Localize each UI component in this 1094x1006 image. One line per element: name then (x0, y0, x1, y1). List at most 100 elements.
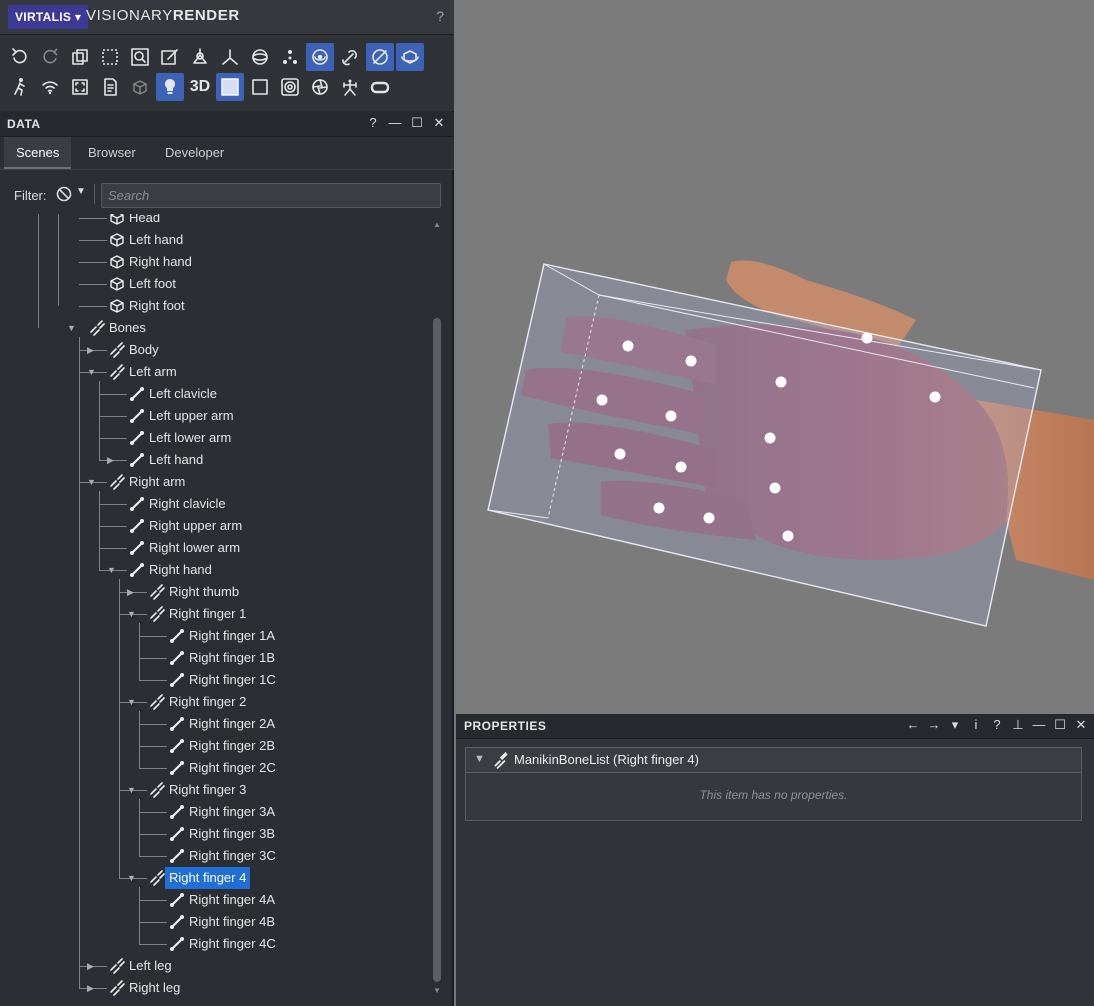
3d-viewport[interactable] (456, 0, 1094, 714)
expanded-arrow-icon[interactable]: ▼ (107, 559, 116, 581)
tree-node[interactable]: ▼ Bones (0, 317, 430, 339)
tree-node[interactable]: Right foot (0, 295, 430, 317)
props-minimize-button[interactable]: — (1032, 717, 1046, 733)
tree-node[interactable]: Right finger 1C (0, 669, 430, 691)
snap-tool-button[interactable] (366, 43, 394, 71)
data-maximize-button[interactable]: ☐ (410, 115, 424, 131)
property-group-header[interactable]: ▼ ManikinBoneList (Right finger 4) (466, 748, 1081, 773)
tree-node[interactable]: Right finger 3B (0, 823, 430, 845)
props-close-button[interactable]: ✕ (1074, 717, 1088, 733)
axes-tool-button[interactable] (216, 43, 244, 71)
tree-tool-button[interactable] (186, 43, 214, 71)
expanded-arrow-icon[interactable]: ▼ (127, 867, 136, 889)
tree-node[interactable]: Right finger 2B (0, 735, 430, 757)
expanded-arrow-icon[interactable]: ▼ (87, 361, 96, 383)
tree-node[interactable]: ▶ Left hand (0, 449, 430, 471)
scroll-down-icon[interactable]: ▼ (433, 986, 441, 995)
tree-node[interactable]: Right finger 2C (0, 757, 430, 779)
tree-node[interactable]: Right lower arm (0, 537, 430, 559)
tree-node[interactable]: Right clavicle (0, 493, 430, 515)
tree-node[interactable]: Right finger 3A (0, 801, 430, 823)
back-button[interactable]: ← (906, 717, 920, 733)
tab-developer[interactable]: Developer (153, 137, 236, 169)
collapse-arrow-icon[interactable]: ▼ (474, 753, 485, 765)
tree-node[interactable]: Right finger 1A (0, 625, 430, 647)
data-minimize-button[interactable]: — (388, 115, 402, 131)
nodes-tool-button[interactable] (276, 43, 304, 71)
tree-node[interactable]: Left hand (0, 229, 430, 251)
tree-node[interactable]: Left upper arm (0, 405, 430, 427)
lens-tool-button[interactable] (276, 73, 304, 101)
tree-node[interactable]: ▶ Right thumb (0, 581, 430, 603)
tree-node[interactable]: ▼ Right finger 2 (0, 691, 430, 713)
filter-off-icon[interactable] (56, 186, 72, 207)
vr-headset-tool-button[interactable] (366, 73, 394, 101)
link-tool-button[interactable] (336, 43, 364, 71)
tree-node[interactable]: ▶ Right leg (0, 977, 430, 999)
info-button[interactable]: i (969, 717, 983, 733)
tree-node[interactable]: Left lower arm (0, 427, 430, 449)
tree-node[interactable]: ▼ Right hand (0, 559, 430, 581)
forward-button[interactable]: → (927, 717, 941, 733)
pin-button[interactable]: ⊥ (1011, 717, 1025, 733)
undo-tool-button[interactable] (6, 43, 34, 71)
history-dropdown-button[interactable]: ▾ (948, 717, 962, 733)
scroll-up-icon[interactable]: ▲ (433, 220, 441, 229)
tab-scenes[interactable]: Scenes (4, 137, 72, 169)
wifi-tool-button[interactable] (36, 73, 64, 101)
tab-browser[interactable]: Browser (76, 137, 148, 169)
shutter-tool-button[interactable] (306, 73, 334, 101)
tree-node[interactable]: ▼ Right finger 4 (0, 867, 430, 889)
tree-node[interactable]: Left foot (0, 273, 430, 295)
search-input[interactable] (101, 183, 441, 208)
collapsed-arrow-icon[interactable]: ▶ (87, 955, 94, 977)
orbit-tool-button[interactable] (306, 43, 334, 71)
sphere-tool-button[interactable] (246, 43, 274, 71)
brand-menu[interactable]: VIRTALIS ▾ (8, 5, 89, 29)
collapsed-arrow-icon[interactable]: ▶ (127, 581, 134, 603)
tree-node[interactable]: Right finger 3C (0, 845, 430, 867)
expanded-arrow-icon[interactable]: ▼ (87, 471, 96, 493)
props-maximize-button[interactable]: ☐ (1053, 717, 1067, 733)
collapsed-arrow-icon[interactable]: ▶ (87, 977, 94, 999)
redo-tool-button[interactable] (36, 43, 64, 71)
filter-dropdown-icon[interactable]: ▼ (76, 186, 86, 197)
data-close-button[interactable]: ✕ (432, 115, 446, 131)
tree-node[interactable]: Left clavicle (0, 383, 430, 405)
cube-orbit-tool-button[interactable] (396, 43, 424, 71)
collapsed-arrow-icon[interactable]: ▶ (107, 449, 114, 471)
3d-view-button[interactable]: 3D (186, 73, 214, 101)
walk-tool-button[interactable] (6, 73, 34, 101)
expanded-arrow-icon[interactable]: ▼ (127, 779, 136, 801)
app-help-button[interactable]: ? (436, 8, 444, 24)
scroll-thumb[interactable] (433, 318, 441, 982)
tree-node[interactable]: Right finger 2A (0, 713, 430, 735)
marquee-select-tool-button[interactable] (96, 43, 124, 71)
light-tool-button[interactable] (156, 73, 184, 101)
fit-tool-button[interactable] (66, 73, 94, 101)
edit-tool-button[interactable] (156, 43, 184, 71)
copy-tool-button[interactable] (66, 43, 94, 71)
tree-node[interactable]: Right finger 4C (0, 933, 430, 955)
tree-node[interactable]: ▼ Right finger 3 (0, 779, 430, 801)
props-help-button[interactable]: ? (990, 717, 1004, 733)
tree-node[interactable]: Right hand (0, 251, 430, 273)
tree-node[interactable]: ▼ Left arm (0, 361, 430, 383)
expanded-arrow-icon[interactable]: ▼ (127, 603, 136, 625)
expanded-arrow-icon[interactable]: ▼ (67, 317, 76, 339)
tree-scrollbar[interactable]: ▲ ▼ (432, 214, 442, 1000)
tree-node[interactable]: ▼ Right finger 1 (0, 603, 430, 625)
tree-node[interactable]: Right finger 4A (0, 889, 430, 911)
solid-view-tool-button[interactable] (216, 73, 244, 101)
document-tool-button[interactable] (96, 73, 124, 101)
data-help-button[interactable]: ? (366, 115, 380, 131)
tree-node[interactable]: ▼ Right arm (0, 471, 430, 493)
tree-node[interactable]: ▶ Body (0, 339, 430, 361)
tree-node[interactable]: ▶ Left leg (0, 955, 430, 977)
tree-node[interactable]: Head (0, 214, 430, 229)
tree-node[interactable]: Right upper arm (0, 515, 430, 537)
tree-node[interactable]: Right finger 1B (0, 647, 430, 669)
zoom-select-tool-button[interactable] (126, 43, 154, 71)
collapsed-arrow-icon[interactable]: ▶ (87, 339, 94, 361)
box-tool-button[interactable] (126, 73, 154, 101)
